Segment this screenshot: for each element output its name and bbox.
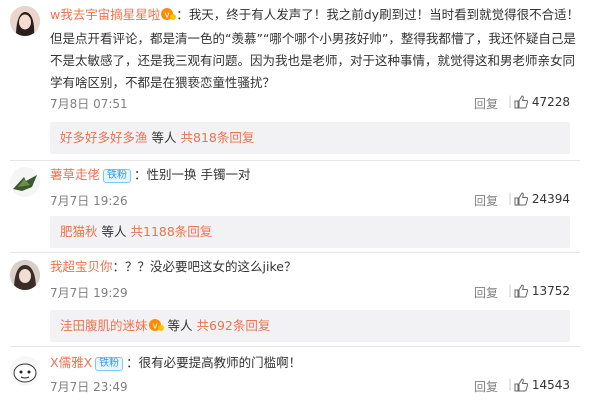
sub-reply-user-link[interactable]: 好多好多好多渔	[60, 130, 148, 145]
thumb-up-icon	[514, 95, 528, 109]
comment-item: X儒雅X 铁粉 ：很有必要提高教师的门槛啊！ 7月7日 23:49 回复 | 145…	[0, 346, 590, 410]
comment-item: w我去宇宙摘星星啦 v ：我天，终于有人发声了！我之前dy刷到过！当时看到就觉得很不…	[0, 0, 590, 165]
comment-meta: 7月7日 19:26 回复 | 24394	[50, 191, 570, 210]
like-button[interactable]: 24394	[514, 192, 570, 206]
fan-badge: 铁粉	[95, 357, 124, 371]
like-count: 13752	[531, 284, 570, 298]
comment-text: 我超宝贝你：？？没必要吧这女的这么jike？	[50, 256, 580, 278]
username-link[interactable]: 我超宝贝你	[50, 259, 113, 274]
comment-item: 我超宝贝你：？？没必要吧这女的这么jike？ 7月7日 19:29 回复 | 1…	[0, 252, 590, 344]
sub-replies-box: 洼田腹肌的迷妹 v 等人 共692条回复	[50, 310, 570, 342]
fan-badge: 铁粉	[103, 169, 132, 183]
sub-reply-text: 等人	[101, 224, 127, 239]
comment-meta: 7月8日 07:51 回复 | 47228	[50, 94, 570, 113]
reply-button[interactable]: 回复	[474, 284, 498, 301]
sub-replies-box: 好多好多好多渔 等人 共818条回复	[50, 122, 570, 154]
separator: |	[507, 94, 512, 108]
comment-meta: 7月7日 19:29 回复 | 13752	[50, 283, 570, 302]
comment-item: 薯草走佬 铁粉 ：性别一换 手镯一对 7月7日 19:26 回复 | 24394 肥…	[0, 160, 590, 252]
avatar-image	[10, 167, 40, 197]
avatar[interactable]	[10, 6, 40, 36]
like-count: 24394	[531, 192, 570, 206]
comment-body: ：性别一换 手镯一对	[134, 167, 251, 182]
sub-reply-text: 等人	[151, 130, 177, 145]
comment-time: 7月7日 19:26	[50, 194, 128, 208]
svg-text:v: v	[165, 11, 171, 21]
avatar[interactable]	[10, 260, 40, 290]
comment-time: 7月7日 19:29	[50, 286, 128, 300]
username-link[interactable]: X儒雅X	[50, 355, 92, 370]
avatar-image	[10, 356, 40, 386]
reply-button[interactable]: 回复	[474, 378, 498, 395]
like-button[interactable]: 13752	[514, 284, 570, 298]
thumb-up-icon	[514, 192, 528, 206]
username-link[interactable]: w我去宇宙摘星星啦	[50, 7, 160, 22]
avatar-image	[10, 260, 40, 290]
comment-meta: 7月7日 23:49 回复 | 14543	[50, 377, 570, 396]
comment-text: w我去宇宙摘星星啦 v ：我天，终于有人发声了！我之前dy刷到过！当时看到就觉得很不…	[50, 4, 580, 94]
sub-reply-count-link[interactable]: 共692条回复	[197, 318, 271, 333]
like-count: 14543	[531, 378, 570, 392]
sub-replies-box: 肥猫秋 等人 共1188条回复	[50, 216, 570, 248]
like-button[interactable]: 14543	[514, 378, 570, 392]
comment-text: X儒雅X 铁粉 ：很有必要提高教师的门槛啊！	[50, 352, 580, 374]
like-count: 47228	[531, 95, 570, 109]
separator: |	[507, 283, 512, 297]
vip-badge-icon: v	[160, 6, 177, 28]
sub-reply-text: 等人	[167, 318, 193, 333]
sub-replies-line: 肥猫秋 等人 共1188条回复	[60, 224, 212, 240]
sub-replies-line: 好多好多好多渔 等人 共818条回复	[60, 130, 254, 146]
reply-button[interactable]: 回复	[474, 192, 498, 209]
separator: |	[507, 377, 512, 391]
sub-reply-count-link[interactable]: 共1188条回复	[131, 224, 213, 239]
separator: |	[507, 191, 512, 205]
comment-body: ：很有必要提高教师的门槛啊！	[126, 355, 302, 370]
sub-reply-count-link[interactable]: 共818条回复	[181, 130, 255, 145]
avatar[interactable]	[10, 356, 40, 386]
svg-text:v: v	[152, 322, 158, 332]
comment-body: ：？？没必要吧这女的这么jike？	[112, 259, 297, 274]
comment-time: 7月8日 07:51	[50, 97, 128, 111]
sub-replies-line: 洼田腹肌的迷妹 v 等人 共692条回复	[60, 318, 270, 336]
vip-badge-icon: v	[148, 318, 164, 336]
avatar[interactable]	[10, 167, 40, 197]
sub-reply-user-link[interactable]: 洼田腹肌的迷妹	[60, 318, 148, 333]
comment-time: 7月7日 23:49	[50, 380, 128, 394]
thumb-up-icon	[514, 378, 528, 392]
username-link[interactable]: 薯草走佬	[50, 167, 100, 182]
thumb-up-icon	[514, 284, 528, 298]
avatar-image	[10, 6, 40, 36]
like-button[interactable]: 47228	[514, 95, 570, 109]
reply-button[interactable]: 回复	[474, 95, 498, 112]
comment-text: 薯草走佬 铁粉 ：性别一换 手镯一对	[50, 164, 580, 186]
sub-reply-user-link[interactable]: 肥猫秋	[60, 224, 98, 239]
